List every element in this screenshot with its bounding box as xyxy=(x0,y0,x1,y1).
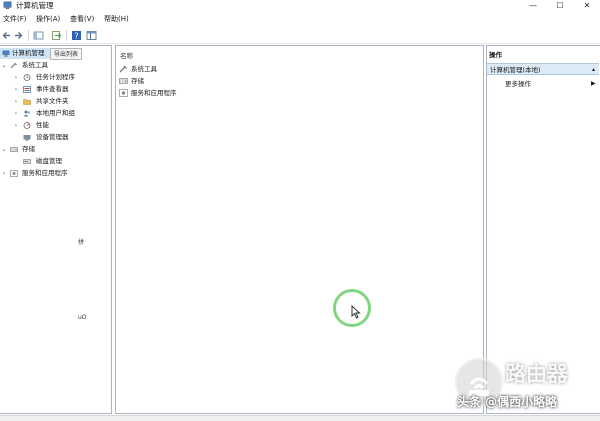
computer-management-icon xyxy=(3,1,12,10)
tree-item-label: 事件查看器 xyxy=(36,85,69,93)
collapse-arrow-icon[interactable]: ⌄ xyxy=(1,60,7,71)
computer-management-icon xyxy=(2,50,10,57)
watermark-logo-text: 路由器 xyxy=(505,362,568,386)
tree-root[interactable]: 计算机管理 xyxy=(0,48,52,59)
forward-arrow-icon[interactable] xyxy=(13,30,24,41)
menu-file[interactable]: 文件(F) xyxy=(3,12,27,26)
collapse-arrow-icon[interactable]: ⌄ xyxy=(1,144,7,155)
toolbar-separator xyxy=(28,30,29,41)
toolbar: ? xyxy=(0,27,600,44)
tree-item-label: 性能 xyxy=(36,121,49,129)
list-item-label: 系统工具 xyxy=(131,65,157,73)
expand-arrow-icon[interactable]: › xyxy=(1,168,7,179)
storage-icon xyxy=(119,78,128,84)
actions-group-computer-management[interactable]: 计算机管理(本地) ▴ xyxy=(487,63,599,75)
tree-item-label: 系统工具 xyxy=(22,61,48,69)
export-list-icon[interactable] xyxy=(51,30,62,41)
mouse-cursor-icon xyxy=(351,305,361,319)
expand-arrow-icon[interactable]: › xyxy=(13,84,19,95)
collapse-caret-icon[interactable]: ▴ xyxy=(592,64,595,76)
name-column-header[interactable]: 名称 xyxy=(120,50,133,60)
back-arrow-icon[interactable] xyxy=(1,30,12,41)
list-item-label: 服务和应用程序 xyxy=(131,89,177,97)
tree-item-shared-folders[interactable]: › 共享文件夹 xyxy=(0,96,110,107)
tree-item-event-viewer[interactable]: › 事件查看器 xyxy=(0,84,110,95)
disk-icon xyxy=(23,159,31,164)
title-bar: 计算机管理 — ☐ ✕ xyxy=(0,0,600,12)
clock-icon xyxy=(23,74,31,81)
toolbar-separator xyxy=(66,30,67,41)
expand-arrow-icon[interactable]: › xyxy=(13,108,19,119)
tree-item-device-manager[interactable]: 设备管理器 xyxy=(0,132,110,143)
tools-icon xyxy=(10,62,17,69)
watermark-credit: 头条 @偶西小略略 xyxy=(457,395,558,409)
toolbar-tooltip: 导出列表 xyxy=(50,48,83,60)
console-tree-pane: 计算机管理 ⌄ 系统工具 › 任务计划程序 › 事件查看器 › 共享文件夹 › xyxy=(0,45,112,414)
menu-action[interactable]: 操作(A) xyxy=(36,12,60,26)
tree-item-label: 设备管理器 xyxy=(36,133,69,141)
menu-help[interactable]: 帮助(H) xyxy=(104,12,129,26)
services-icon xyxy=(10,170,18,177)
ui-fragment: uO xyxy=(78,314,87,321)
users-icon xyxy=(23,110,30,117)
event-viewer-icon xyxy=(23,86,31,93)
properties-icon[interactable] xyxy=(86,30,97,41)
menu-bar: 文件(F) 操作(A) 查看(V) 帮助(H) xyxy=(0,12,600,26)
tree-item-label: 任务计划程序 xyxy=(36,73,75,81)
tree-item-services-apps[interactable]: › 服务和应用程序 xyxy=(0,168,110,179)
window-title: 计算机管理 xyxy=(16,1,54,10)
close-button[interactable]: ✕ xyxy=(574,0,600,12)
help-icon[interactable]: ? xyxy=(71,30,82,41)
tree-item-performance[interactable]: › 性能 xyxy=(0,120,110,131)
device-manager-icon xyxy=(23,135,31,141)
show-hide-tree-icon[interactable] xyxy=(33,30,44,41)
more-actions-item[interactable]: 更多操作 xyxy=(505,78,531,90)
tree-item-label: 服务和应用程序 xyxy=(22,169,68,177)
tree-item-label: 磁盘管理 xyxy=(36,157,62,165)
expand-arrow-icon[interactable]: › xyxy=(13,96,19,107)
svg-text:?: ? xyxy=(74,32,78,41)
maximize-button[interactable]: ☐ xyxy=(547,0,573,12)
tree-root-label: 计算机管理 xyxy=(12,49,45,57)
tools-icon xyxy=(119,65,127,73)
actions-header: 操作 xyxy=(489,51,502,59)
status-bar xyxy=(0,415,600,421)
services-icon xyxy=(119,89,128,97)
list-item-label: 存储 xyxy=(131,77,144,85)
performance-icon xyxy=(23,122,31,129)
tree-item-label: 本地用户和组 xyxy=(36,109,75,117)
shared-folder-icon xyxy=(23,99,31,105)
tree-item-disk-management[interactable]: 磁盘管理 xyxy=(0,156,110,167)
expand-arrow-icon[interactable]: › xyxy=(13,120,19,131)
tree-item-label: 共享文件夹 xyxy=(36,97,69,105)
minimize-button[interactable]: — xyxy=(520,0,546,12)
tree-item-storage[interactable]: ⌄ 存储 xyxy=(0,144,110,155)
ui-fragment: 拼 xyxy=(78,237,85,246)
results-pane: 名称 系统工具 存储 服务和应用程序 xyxy=(115,45,484,414)
tree-item-task-scheduler[interactable]: › 任务计划程序 xyxy=(0,72,110,83)
tree-item-system-tools[interactable]: ⌄ 系统工具 xyxy=(0,60,110,71)
tree-item-local-users[interactable]: › 本地用户和组 xyxy=(0,108,110,119)
actions-group-label: 计算机管理(本地) xyxy=(490,66,541,74)
menu-view[interactable]: 查看(V) xyxy=(70,12,94,26)
tree-item-label: 存储 xyxy=(22,145,35,153)
storage-icon xyxy=(10,147,18,152)
submenu-arrow-icon: ▶ xyxy=(591,80,596,87)
expand-arrow-icon[interactable]: › xyxy=(13,72,19,83)
